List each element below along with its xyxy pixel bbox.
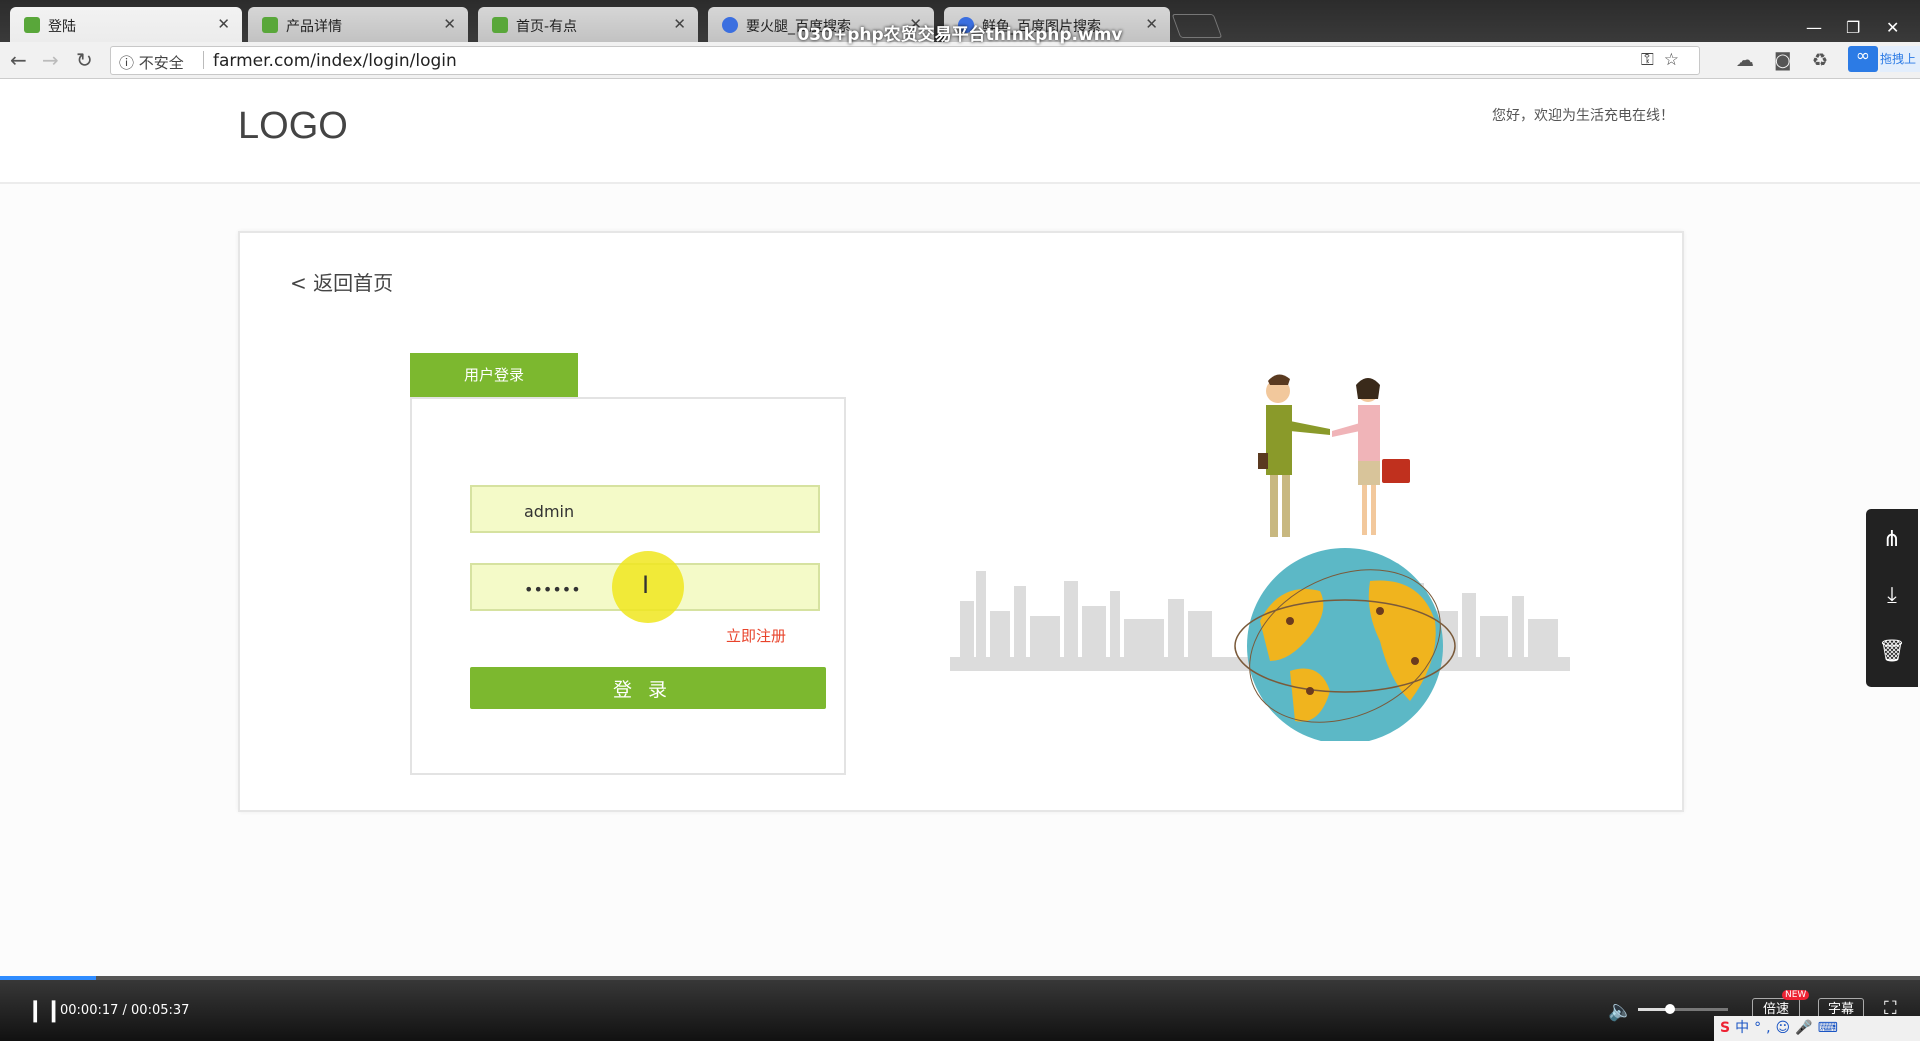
floating-sidebar: ⋔ ⤓ 🗑 — [1866, 509, 1918, 687]
delete-icon[interactable]: 🗑 — [1866, 627, 1918, 677]
recycle-icon[interactable]: ♻ — [1812, 50, 1828, 71]
system-tray: S中°,☺🎤⌨ — [1714, 1016, 1920, 1041]
volume-icon[interactable]: 🔈 — [1608, 998, 1633, 1022]
address-bar[interactable]: ⓘ 不安全 farmer.com/index/login/login ⚿☆ — [110, 46, 1700, 75]
sogou-ime-icon[interactable]: S — [1720, 1020, 1735, 1036]
back-arrow-icon[interactable]: ← — [10, 48, 27, 72]
back-home-link[interactable]: < 返回首页 — [290, 267, 393, 296]
register-link[interactable]: 立即注册 — [726, 625, 786, 646]
video-player-bar: ❙❙ 00:00:17 / 00:05:37 🔈 倍速 NEW 字幕 ⛶ — [0, 976, 1920, 1041]
baidu-drive-icon[interactable]: ∞ — [1848, 46, 1878, 72]
progress-bar[interactable] — [0, 976, 1920, 980]
share-icon[interactable]: ⋔ — [1866, 515, 1918, 565]
drag-upload-label[interactable]: 拖拽上 — [1880, 46, 1920, 72]
page-body: LOGO 您好，欢迎为生活充电在线！ < 返回首页 用户登录 I 立即注册 登录 — [0, 79, 1920, 976]
key-icon[interactable]: ⚿ — [1641, 50, 1664, 70]
star-icon[interactable]: ☆ — [1664, 50, 1689, 70]
text-cursor-icon: I — [642, 571, 650, 599]
site-logo[interactable]: LOGO — [238, 105, 348, 148]
login-card: < 返回首页 用户登录 I 立即注册 登录 — [238, 231, 1684, 812]
download-icon[interactable]: ⤓ — [1866, 571, 1918, 621]
username-input[interactable] — [522, 499, 806, 523]
businesswoman-figure — [1332, 378, 1410, 535]
security-indicator[interactable]: ⓘ 不安全 — [119, 52, 184, 73]
login-form: I 立即注册 登录 — [410, 397, 846, 775]
restore-icon[interactable]: ❐ — [1846, 18, 1860, 37]
reload-icon[interactable]: ↻ — [76, 48, 93, 72]
address-separator — [203, 51, 204, 69]
new-badge: NEW — [1782, 990, 1810, 1000]
cloud-icon[interactable]: ☁ — [1736, 50, 1754, 71]
ime-mode[interactable]: 中 — [1735, 1020, 1754, 1036]
tab-user-login[interactable]: 用户登录 — [410, 353, 578, 397]
username-field[interactable] — [470, 485, 820, 533]
businessman-figure — [1258, 374, 1330, 537]
incognito-icon[interactable]: ◙ — [1774, 50, 1791, 71]
video-title: 030+php农贸交易平台thinkphp.wmv — [797, 25, 1123, 45]
info-icon: ⓘ — [119, 54, 135, 72]
time-display: 00:00:17 / 00:05:37 — [60, 1003, 190, 1018]
close-window-icon[interactable]: ✕ — [1886, 18, 1899, 37]
mic-icon[interactable]: 🎤 — [1795, 1020, 1817, 1036]
password-field[interactable]: I — [470, 551, 820, 623]
progress-fill — [0, 976, 96, 980]
security-label: 不安全 — [138, 54, 184, 72]
minimize-icon[interactable]: — — [1806, 18, 1822, 37]
pause-icon[interactable]: ❙❙ — [26, 998, 63, 1023]
volume-knob[interactable] — [1664, 1004, 1675, 1014]
welcome-text: 您好，欢迎为生活充电在线！ — [1492, 108, 1674, 124]
login-button[interactable]: 登录 — [470, 667, 826, 709]
browser-toolbar: ← → ↻ ⓘ 不安全 farmer.com/index/login/login… — [0, 42, 1920, 79]
site-header: LOGO 您好，欢迎为生活充电在线！ — [0, 79, 1920, 184]
address-actions: ⚿☆ — [1641, 50, 1689, 70]
keyboard-icon[interactable]: ⌨ — [1818, 1020, 1843, 1036]
globe — [1234, 548, 1456, 741]
emoji-icon[interactable]: ☺ — [1776, 1020, 1796, 1036]
forward-arrow-icon[interactable]: → — [42, 48, 59, 72]
handshake-globe-illustration — [950, 374, 1570, 741]
volume-slider[interactable] — [1638, 1004, 1728, 1014]
punctuation-icon[interactable]: °, — [1754, 1020, 1775, 1036]
url-text[interactable]: farmer.com/index/login/login — [213, 51, 457, 71]
